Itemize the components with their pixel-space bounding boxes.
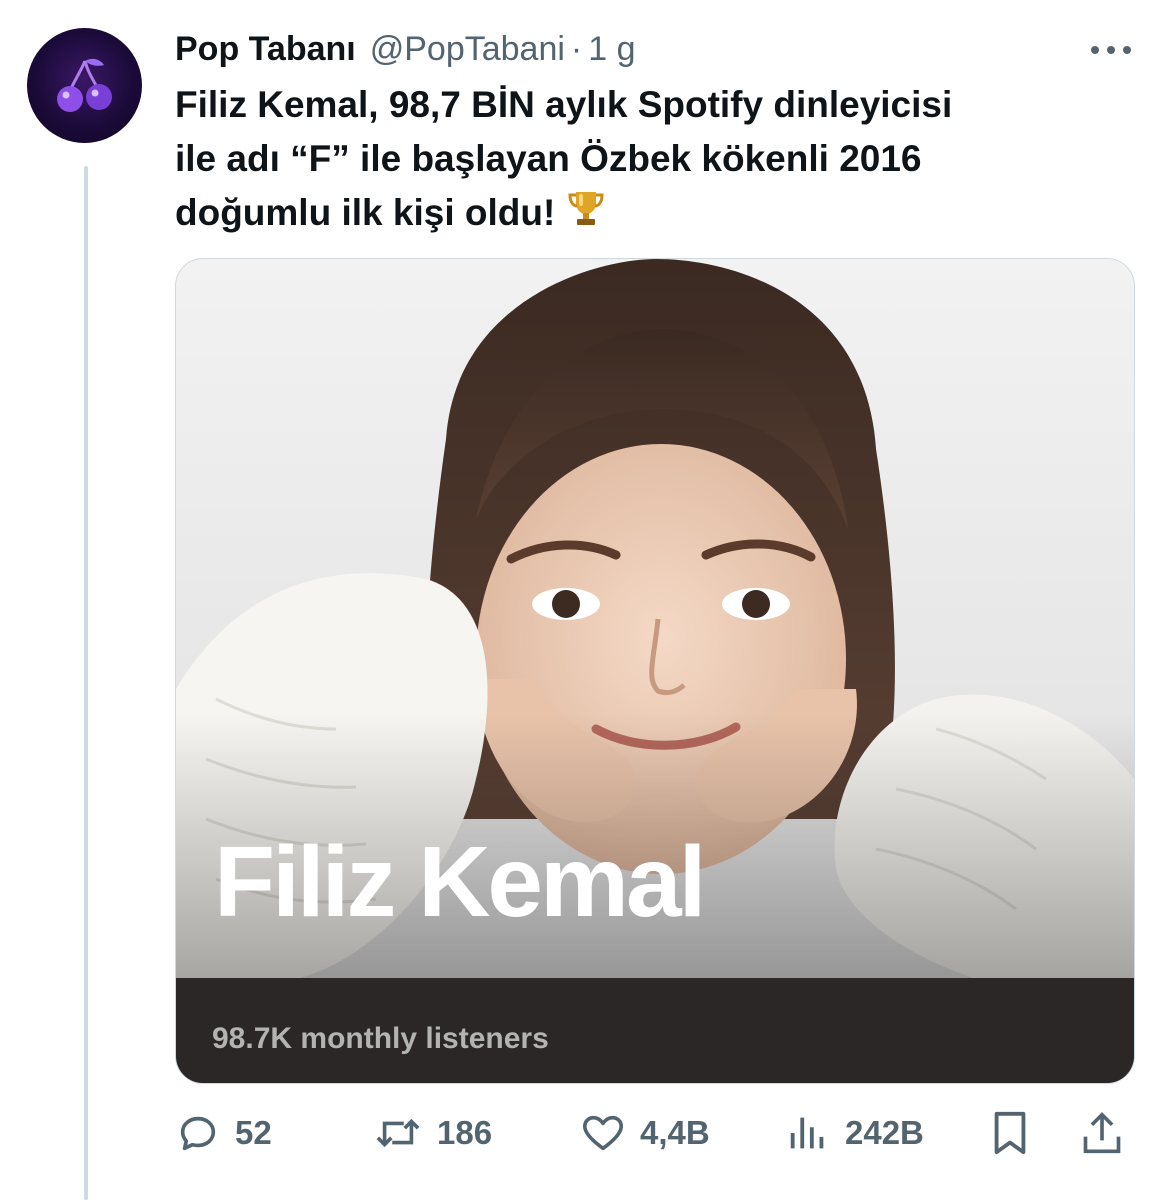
media-image[interactable]: Filiz Kemal 98.7K monthly listeners — [175, 258, 1135, 1084]
artist-photo — [176, 259, 1134, 1083]
monthly-listeners: 98.7K monthly listeners — [212, 1022, 549, 1055]
views-button[interactable]: 242B — [785, 1106, 924, 1160]
thread-line — [84, 166, 88, 1200]
bookmark-icon — [994, 1111, 1026, 1155]
heart-icon — [582, 1115, 624, 1151]
views-icon — [790, 1117, 824, 1149]
tweet-text-line: doğumlu ilk kişi oldu! — [175, 186, 1135, 244]
like-count: 4,4B — [640, 1114, 710, 1151]
tweet-text-line: ile adı “F” ile başlayan Özbek kökenli 2… — [175, 138, 922, 179]
cherry-icon — [56, 58, 112, 112]
action-bar: 52 186 4,4B 242B — [175, 1106, 1135, 1160]
avatar[interactable] — [27, 28, 142, 143]
reply-icon — [180, 1116, 216, 1151]
retweet-icon — [376, 1118, 420, 1148]
trophy-icon — [565, 187, 607, 244]
share-icon — [1083, 1112, 1121, 1154]
more-icon[interactable] — [1091, 30, 1131, 70]
tweet-header: Pop Tabanı @PopTabani · 1 g — [175, 26, 1131, 72]
tweet-text: Filiz Kemal, 98,7 BİN aylık Spotify dinl… — [175, 78, 1135, 244]
listeners-bar: 98.7K monthly listeners — [176, 978, 1134, 1083]
tweet-text-segment: doğumlu ilk kişi oldu! — [175, 192, 556, 233]
reply-button[interactable]: 52 — [175, 1106, 272, 1160]
tweet-text-line: Filiz Kemal, 98,7 BİN aylık Spotify dinl… — [175, 84, 953, 125]
retweet-button[interactable]: 186 — [373, 1106, 492, 1160]
share-button[interactable] — [1080, 1106, 1124, 1160]
like-button[interactable]: 4,4B — [580, 1106, 710, 1160]
bookmark-button[interactable] — [987, 1106, 1033, 1160]
author-handle[interactable]: @PopTabani — [370, 26, 565, 72]
retweet-count: 186 — [437, 1114, 493, 1151]
author-name[interactable]: Pop Tabanı — [175, 26, 356, 72]
timestamp[interactable]: 1 g — [588, 26, 635, 72]
reply-count: 52 — [235, 1114, 272, 1151]
artist-name: Filiz Kemal — [214, 826, 706, 938]
separator: · — [570, 30, 583, 68]
views-count: 242B — [845, 1114, 924, 1151]
